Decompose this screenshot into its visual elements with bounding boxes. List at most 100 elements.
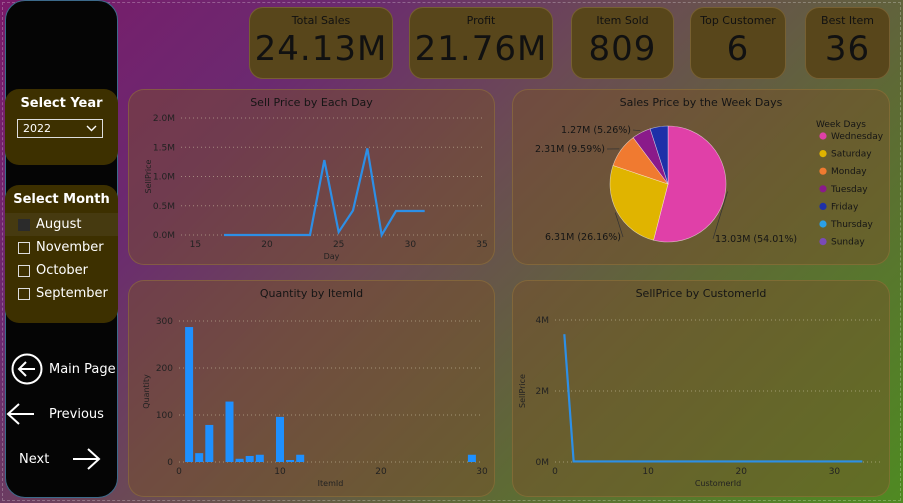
kpi-profit-value: 21.76M bbox=[414, 29, 548, 69]
x-tick-label: 30 bbox=[405, 240, 417, 250]
y-axis-label: SellPrice bbox=[144, 159, 153, 193]
bar bbox=[296, 454, 305, 462]
sell-price-by-day-panel: Sell Price by Each Day 0.0M 0.5M 1.0M 1.5M 2… bbox=[128, 89, 495, 265]
y-axis-label: Quantity bbox=[142, 374, 151, 409]
arrow-right-icon bbox=[73, 448, 101, 470]
sales-by-weekday-chart: 13.03M (54.01%) 6.31M (26.16%) 2.31M (9.59… bbox=[535, 120, 884, 248]
next-button[interactable]: Next bbox=[19, 446, 101, 472]
y-tick-label: 100 bbox=[156, 411, 173, 421]
x-tick-label: 20 bbox=[261, 240, 273, 250]
legend-item: Tuesday bbox=[830, 185, 868, 195]
legend-item: Thursday bbox=[830, 220, 874, 230]
legend-item: Monday bbox=[831, 167, 867, 177]
y-tick-label: 4M bbox=[536, 316, 550, 326]
kpi-profit: Profit 21.76M bbox=[409, 7, 553, 79]
y-tick-label: 2M bbox=[536, 387, 550, 397]
month-option-label: September bbox=[36, 286, 108, 301]
month-option-label: August bbox=[36, 217, 82, 232]
y-tick-label: 0.0M bbox=[153, 231, 175, 241]
bar bbox=[205, 424, 214, 462]
x-tick-label: 0 bbox=[176, 467, 182, 477]
y-tick-label: 2.0M bbox=[153, 114, 175, 124]
kpi-top-customer: Top Customer 6 bbox=[690, 7, 786, 79]
x-tick-label: 20 bbox=[736, 467, 748, 477]
month-option-august[interactable]: August bbox=[5, 213, 118, 236]
legend-title: Week Days bbox=[816, 120, 866, 130]
pie-data-label: 2.31M (9.59%) bbox=[535, 144, 605, 155]
kpi-total-sales-label: Total Sales bbox=[291, 14, 351, 27]
x-tick-label: 30 bbox=[829, 467, 841, 477]
month-option-november[interactable]: November bbox=[5, 236, 118, 259]
y-tick-label: 0.5M bbox=[153, 202, 175, 212]
kpi-item-sold-value: 809 bbox=[588, 29, 657, 69]
left-nav-panel: Select Year 2022 Select Month August Nove… bbox=[5, 0, 118, 498]
x-axis-label: Day bbox=[324, 252, 340, 261]
month-option-label: November bbox=[36, 240, 104, 255]
main-page-button[interactable]: Main Page bbox=[11, 353, 116, 385]
bar bbox=[286, 459, 295, 462]
kpi-top-customer-value: 6 bbox=[726, 29, 750, 69]
kpi-best-item-label: Best Item bbox=[821, 14, 874, 27]
previous-button[interactable]: Previous bbox=[6, 401, 104, 427]
month-option-september[interactable]: September bbox=[5, 282, 118, 305]
kpi-best-item-value: 36 bbox=[824, 29, 871, 69]
legend-marker bbox=[819, 132, 827, 140]
bar bbox=[467, 454, 476, 462]
x-axis-label: CustomerId bbox=[695, 479, 741, 488]
x-tick-label: 15 bbox=[190, 240, 201, 250]
legend-item: Saturday bbox=[831, 150, 872, 160]
arrow-left-icon bbox=[6, 403, 34, 425]
kpi-item-sold: Item Sold 809 bbox=[571, 7, 674, 79]
month-list: August November October September bbox=[5, 213, 118, 305]
bar bbox=[245, 455, 254, 462]
legend-marker bbox=[819, 185, 827, 193]
legend-marker bbox=[819, 238, 827, 246]
quantity-by-item-panel: Quantity by ItemId 0 100 200 300 0 10 20 30 Item… bbox=[128, 280, 495, 497]
legend-item: Sunday bbox=[831, 238, 865, 248]
chevron-down-icon bbox=[86, 125, 97, 132]
month-checkbox[interactable] bbox=[18, 264, 30, 277]
sell-price-by-day-chart: 0.0M 0.5M 1.0M 1.5M 2.0M 15 20 25 30 35 Day SellPri… bbox=[144, 114, 488, 261]
kpi-top-customer-label: Top Customer bbox=[700, 14, 776, 27]
sellprice-by-customer-panel: SellPrice by CustomerId 0M 2M 4M 0 10 20 30 Cus… bbox=[512, 280, 890, 497]
x-tick-label: 35 bbox=[476, 240, 487, 250]
circle-arrow-left-icon bbox=[11, 353, 43, 385]
pie-data-label: 6.31M (26.16%) bbox=[545, 232, 621, 243]
year-dropdown[interactable]: 2022 bbox=[17, 119, 103, 138]
kpi-item-sold-label: Item Sold bbox=[596, 14, 649, 27]
x-tick-label: 20 bbox=[375, 467, 387, 477]
sales-by-weekday-panel: Sales Price by the Week Days 13.03M (54.… bbox=[512, 89, 890, 265]
next-label: Next bbox=[19, 451, 50, 467]
legend-marker bbox=[819, 167, 827, 175]
x-tick-label: 10 bbox=[642, 467, 654, 477]
pie-leader-line bbox=[632, 129, 641, 132]
y-tick-label: 0M bbox=[536, 458, 550, 468]
bar bbox=[235, 458, 244, 462]
pie-data-label: 1.27M (5.26%) bbox=[561, 125, 631, 136]
month-option-october[interactable]: October bbox=[5, 259, 118, 282]
bar bbox=[225, 401, 234, 462]
kpi-total-sales-value: 24.13M bbox=[254, 29, 388, 69]
bar bbox=[185, 327, 194, 462]
series-line bbox=[224, 148, 425, 239]
quantity-by-item-chart: 0 100 200 300 0 10 20 30 ItemId Quantity bbox=[142, 317, 488, 488]
x-tick-label: 10 bbox=[274, 467, 286, 477]
month-checkbox[interactable] bbox=[18, 287, 30, 300]
month-checkbox[interactable] bbox=[18, 241, 30, 254]
bar bbox=[195, 453, 204, 462]
month-option-label: October bbox=[36, 263, 89, 278]
y-tick-label: 1.0M bbox=[153, 173, 175, 183]
y-tick-label: 300 bbox=[156, 317, 173, 327]
series-line bbox=[563, 334, 863, 463]
sellprice-by-customer-chart: 0M 2M 4M 0 10 20 30 CustomerId SellPrice bbox=[518, 316, 881, 488]
x-tick-label: 0 bbox=[552, 467, 558, 477]
bar bbox=[276, 416, 284, 462]
x-tick-label: 25 bbox=[333, 240, 344, 250]
kpi-best-item: Best Item 36 bbox=[805, 7, 890, 79]
y-tick-label: 200 bbox=[156, 364, 173, 374]
month-checkbox[interactable] bbox=[18, 218, 30, 231]
kpi-profit-label: Profit bbox=[466, 14, 496, 27]
kpi-total-sales: Total Sales 24.13M bbox=[249, 7, 393, 79]
month-slicer: Select Month August November October Septem… bbox=[5, 185, 118, 323]
legend-item: Wednesday bbox=[831, 132, 884, 142]
